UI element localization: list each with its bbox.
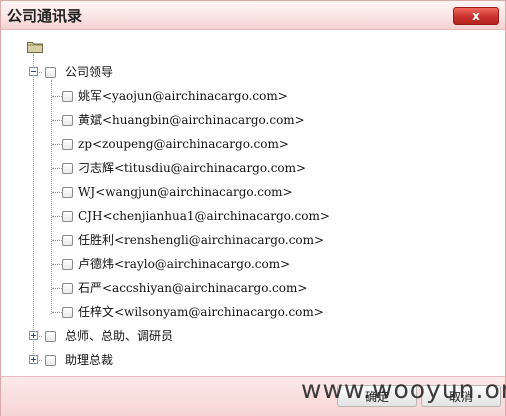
member-label[interactable]: CJH<chenjianhua1@airchinacargo.com> [78, 209, 330, 223]
contact-tree: 公司领导 姚军<yaojun@airchinacargo.com> 黄斌<hua… [1, 30, 505, 376]
group-checkbox[interactable] [45, 67, 56, 78]
group-checkbox[interactable] [45, 355, 56, 366]
member-label[interactable]: 任梓文<wilsonyam@airchinacargo.com> [78, 305, 324, 319]
expand-toggle[interactable] [29, 331, 38, 340]
member-checkbox[interactable] [62, 283, 73, 294]
title-bar: 公司通讯录 x [1, 1, 505, 30]
cancel-button[interactable]: 取消 [421, 385, 501, 407]
member-label[interactable]: 石严<accshiyan@airchinacargo.com> [78, 281, 307, 295]
member-label[interactable]: 黄斌<huangbin@airchinacargo.com> [78, 113, 305, 127]
member-checkbox[interactable] [62, 163, 73, 174]
member-checkbox[interactable] [62, 115, 73, 126]
member-checkbox[interactable] [62, 259, 73, 270]
member-label[interactable]: 刁志辉<titusdiu@airchinacargo.com> [78, 161, 306, 175]
group-label[interactable]: 公司领导 [65, 65, 113, 79]
collapse-toggle[interactable] [29, 67, 38, 76]
folder-icon [27, 42, 43, 53]
member-label[interactable]: 任胜利<renshengli@airchinacargo.com> [78, 233, 324, 247]
member-label[interactable]: 卢德炜<raylo@airchinacargo.com> [78, 257, 290, 271]
tree-connector [51, 80, 52, 314]
member-checkbox[interactable] [62, 139, 73, 150]
member-label[interactable]: 姚军<yaojun@airchinacargo.com> [78, 89, 288, 103]
member-checkbox[interactable] [62, 211, 73, 222]
address-book-dialog: 公司通讯录 x 公司领导 姚军<yaojun@airchinacargo.com… [0, 0, 506, 416]
member-checkbox[interactable] [62, 235, 73, 246]
group-label[interactable]: 总师、总助、调研员 [65, 329, 173, 343]
dialog-footer: 确定 取消 [1, 376, 505, 416]
group-label[interactable]: 助理总裁 [65, 353, 113, 367]
close-icon: x [472, 9, 480, 23]
confirm-button[interactable]: 确定 [337, 385, 417, 407]
tree-connector [33, 54, 34, 362]
member-label[interactable]: zp<zoupeng@airchinacargo.com> [78, 137, 289, 151]
group-checkbox[interactable] [45, 331, 56, 342]
member-label[interactable]: WJ<wangjun@airchinacargo.com> [78, 185, 293, 199]
dialog-title: 公司通讯录 [7, 7, 83, 25]
expand-toggle[interactable] [29, 355, 38, 364]
member-checkbox[interactable] [62, 91, 73, 102]
member-checkbox[interactable] [62, 307, 73, 318]
member-checkbox[interactable] [62, 187, 73, 198]
close-button[interactable]: x [453, 7, 499, 25]
